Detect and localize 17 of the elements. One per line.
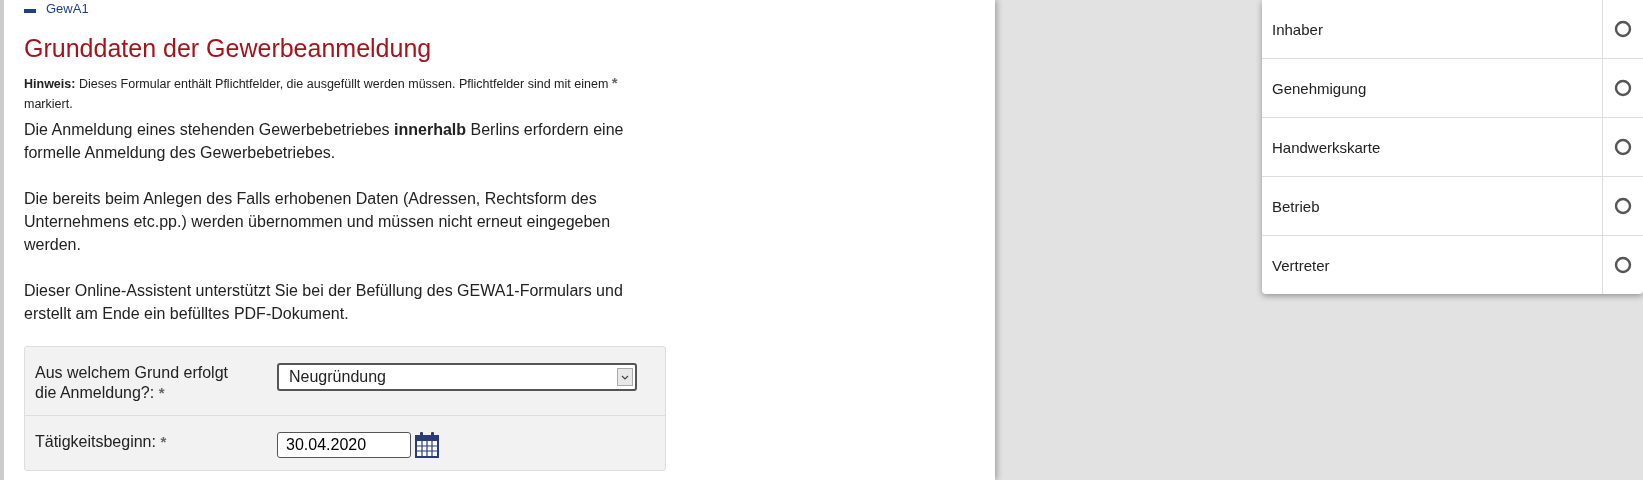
caret-icon [617, 368, 633, 386]
step-item[interactable]: Vertreter [1262, 236, 1602, 294]
date-field[interactable]: 30.04.2020 [277, 432, 411, 458]
notice-text: Hinweis: Dieses Formular enthält Pflichtfelder, die ausgefüllt werden müssen. Pflichtfelder sind mit einem * markiert. [24, 73, 619, 113]
dropdown[interactable]: Neugründung [277, 363, 637, 391]
field-label: Tätigkeitsbeginn: * [35, 432, 168, 452]
calendar-icon[interactable] [415, 432, 439, 458]
step-item[interactable]: Inhaber [1262, 0, 1602, 58]
step-item[interactable]: Handwerkskarte [1262, 118, 1602, 176]
paragraph: Die bereits beim Anlegen des Falls erhobenen Daten (Adressen, Rechtsform des Unternehmens etc.pp.) werden übernommen und müssen nicht erneut eingegeben werden. [24, 189, 612, 255]
paragraph: Dieser Online-Assistent unterstützt Sie bei der Befüllung des GEWA1-Formulars und erstellt am Ende ein befülltes PDF-Dokument. [24, 281, 624, 324]
step-item[interactable]: Genehmigung [1262, 59, 1602, 117]
step-item[interactable]: Betrieb [1262, 177, 1602, 235]
paragraph: Die Anmeldung eines stehenden Gewerbebetriebes innerhalb Berlins erfordern eine formelle Anmeldung des Gewerbebetriebes. [24, 120, 625, 163]
page-title: Grunddaten der Gewerbeanmeldung [24, 34, 433, 63]
breadcrumb-link[interactable]: GewA1 [46, 0, 89, 16]
field-label: Aus welchem Grund erfolgt die Anmeldung?: * [35, 363, 229, 403]
